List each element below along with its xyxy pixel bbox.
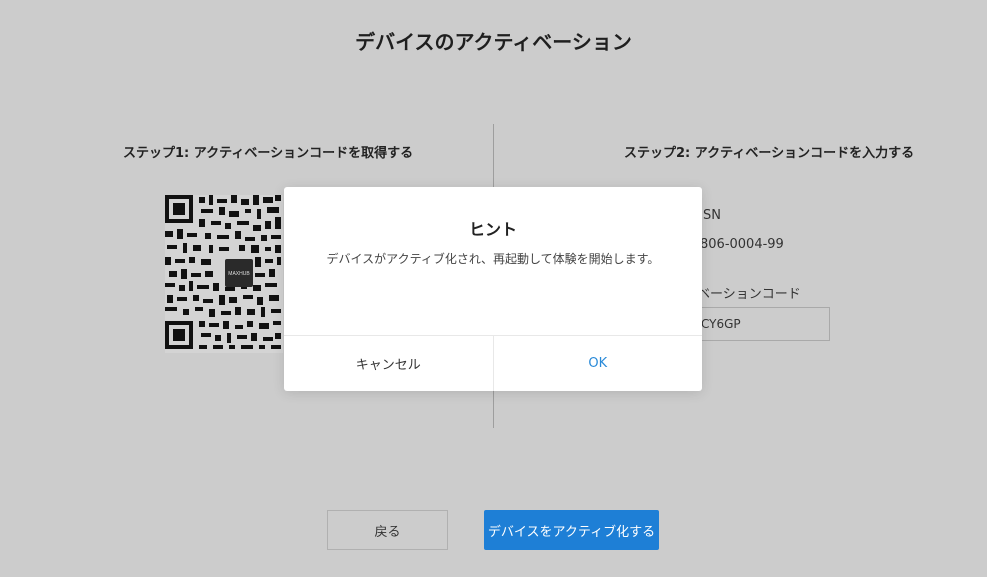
sn-label: SN bbox=[703, 208, 721, 223]
activation-code-input[interactable] bbox=[690, 307, 830, 341]
hint-dialog: ヒント デバイスがアクティブ化され、再起動して体験を開始します。 キャンセル O… bbox=[284, 187, 702, 391]
dialog-title: ヒント bbox=[468, 220, 517, 239]
back-button[interactable]: 戻る bbox=[327, 510, 448, 550]
dialog-ok-button[interactable]: OK bbox=[494, 336, 703, 391]
dialog-message: デバイスがアクティブ化され、再起動して体験を開始します。 bbox=[326, 252, 660, 266]
qr-logo-text: MAXHUB bbox=[228, 271, 250, 277]
qr-code: MAXHUB bbox=[165, 195, 283, 353]
page-title: デバイスのアクティベーション bbox=[355, 30, 632, 54]
sn-value: 806-0004-99 bbox=[700, 237, 784, 252]
step1-title: ステップ1: アクティベーションコードを取得する bbox=[123, 146, 414, 161]
dialog-cancel-button[interactable]: キャンセル bbox=[284, 336, 494, 391]
step2-title: ステップ2: アクティベーションコードを入力する bbox=[624, 146, 915, 161]
dialog-footer: キャンセル OK bbox=[284, 335, 702, 391]
activation-code-label: ベーションコード bbox=[697, 287, 801, 302]
activate-device-button[interactable]: デバイスをアクティブ化する bbox=[484, 510, 659, 550]
